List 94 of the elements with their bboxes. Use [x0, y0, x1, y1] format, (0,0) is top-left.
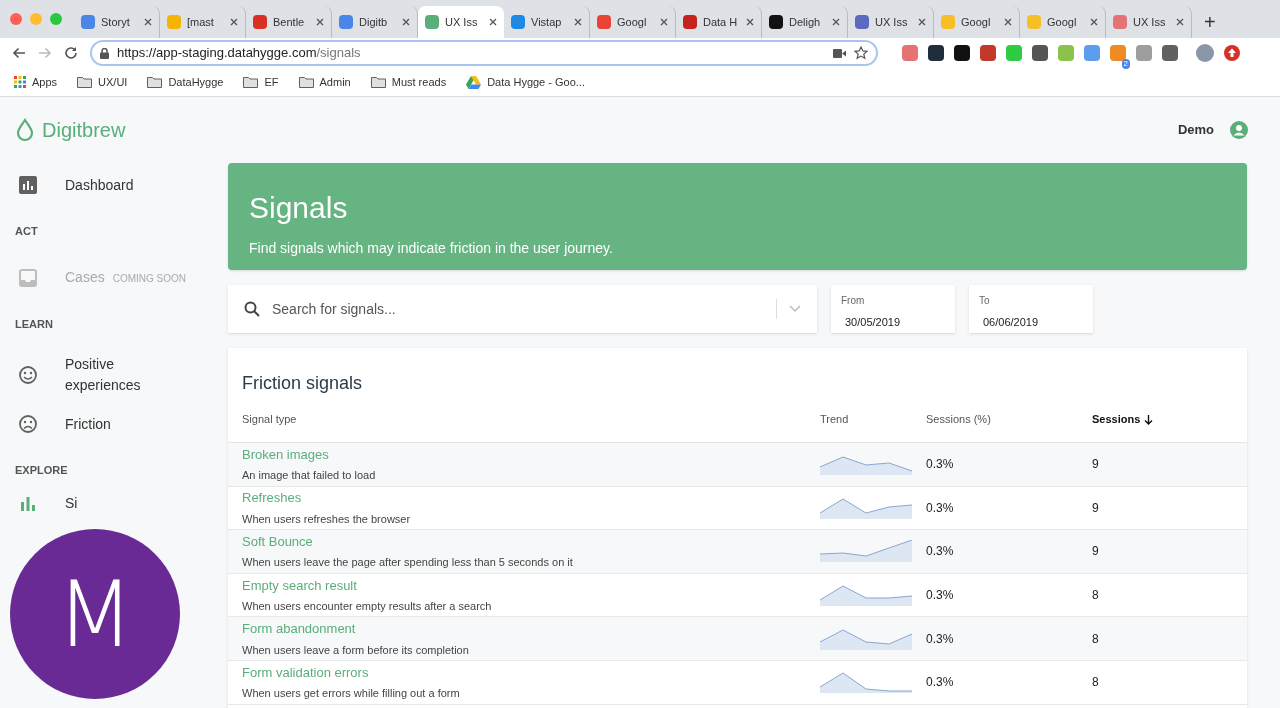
- sessions-percent: 0.3%: [926, 630, 955, 648]
- close-icon[interactable]: [574, 18, 582, 26]
- signal-description: When users get errors while filling out a form: [242, 686, 461, 702]
- inbox-icon: [19, 268, 37, 287]
- folder-icon: [243, 76, 259, 88]
- star-icon[interactable]: [854, 46, 868, 60]
- search-input[interactable]: Search for signals...: [272, 298, 764, 320]
- search-icon: [244, 301, 260, 317]
- signal-description: An image that failed to load: [242, 468, 377, 484]
- smile-icon: [18, 365, 38, 385]
- sidebar-item[interactable]: Friction: [18, 402, 185, 446]
- sidebar-section-label: ACT: [15, 224, 39, 239]
- extension-icon[interactable]: [928, 45, 944, 61]
- column-header: Trend: [820, 412, 850, 428]
- sessions-percent: 0.3%: [926, 674, 955, 692]
- column-header: Sessions (%): [926, 412, 992, 428]
- address-field[interactable]: https://app-staging.datahygge.com/signals: [90, 40, 878, 66]
- frown-icon: [18, 414, 38, 434]
- sidebar-section-label: LEARN: [15, 316, 54, 332]
- close-icon[interactable]: [746, 18, 754, 26]
- page-title: Signals: [249, 190, 349, 226]
- close-icon[interactable]: [1176, 18, 1184, 26]
- reload-icon[interactable]: [64, 46, 78, 60]
- close-icon[interactable]: [832, 18, 840, 26]
- notification-badge: 2: [1121, 59, 1130, 69]
- bookmark[interactable]: Apps: [8, 73, 64, 91]
- user-name: Demo: [1177, 121, 1214, 140]
- account-icon[interactable]: [1230, 121, 1248, 139]
- sessions-percent: 0.3%: [926, 456, 955, 474]
- signal-description: When users leave the page after spending less than 5 seconds on it: [242, 555, 574, 571]
- close-icon[interactable]: [144, 18, 152, 26]
- bookmark[interactable]: UX/UI: [71, 73, 134, 91]
- sort-down-icon: [1144, 414, 1154, 425]
- close-icon[interactable]: [402, 18, 410, 26]
- sessions-count: 9: [1092, 456, 1099, 474]
- bookmark[interactable]: EF: [237, 73, 285, 91]
- table-row[interactable]: Refreshes When users refreshes the browser 0.3% 9: [228, 486, 1247, 531]
- extension-icon[interactable]: [954, 45, 970, 61]
- new-tab-button[interactable]: +: [1192, 6, 1228, 38]
- date-field[interactable]: To 06/06/2019: [969, 285, 1093, 333]
- signal-description: When users encounter empty results after a search: [242, 599, 493, 615]
- table-row[interactable]: Broken images An image that failed to load 0.3% 9: [228, 443, 1247, 487]
- column-header: Signal type: [242, 412, 298, 428]
- table-title: Friction signals: [241, 372, 364, 395]
- sessions-count: 9: [1092, 499, 1099, 517]
- update-icon[interactable]: [1224, 45, 1240, 61]
- page-subtitle: Find signals which may indicate friction in the user journey.: [249, 239, 614, 258]
- signal-description: When users leave a form before its completion: [242, 642, 470, 658]
- sessions-percent: 0.3%: [926, 587, 955, 605]
- table-row[interactable]: Form abandonment When users leave a form before its completion 0.3% 8: [228, 617, 1247, 661]
- apps-grid-icon: [14, 76, 26, 88]
- bookmark[interactable]: Must reads: [364, 73, 453, 91]
- sidebar-item[interactable]: Dashboard: [18, 163, 185, 207]
- sessions-count: 9: [1092, 543, 1099, 561]
- bookmark[interactable]: DataHygge: [141, 73, 230, 91]
- search-field[interactable]: Search for signals...: [228, 285, 817, 333]
- back-icon[interactable]: [12, 47, 26, 59]
- folder-icon: [77, 76, 93, 88]
- sidebar-item[interactable]: Si: [18, 494, 78, 513]
- table-row[interactable]: Form validation errors When users get errors while filling out a form 0.3% 8: [228, 660, 1247, 705]
- close-icon[interactable]: [1090, 18, 1098, 26]
- profile-avatar[interactable]: [1196, 44, 1214, 62]
- bookmark[interactable]: Admin: [292, 73, 357, 91]
- bar-chart-icon: [20, 496, 36, 511]
- chart-icon: [19, 176, 37, 194]
- extension-icon[interactable]: [1032, 45, 1048, 61]
- bookmark[interactable]: Data Hygge - Goo...: [460, 73, 591, 91]
- sessions-count: 8: [1092, 674, 1099, 692]
- video-camera-icon[interactable]: [833, 48, 846, 58]
- logo-drop-icon: [16, 118, 34, 142]
- table-row[interactable]: Empty search result When users encounter empty results after a search 0.3% 8: [228, 573, 1247, 618]
- drive-icon: [466, 75, 482, 89]
- close-icon[interactable]: [1004, 18, 1012, 26]
- folder-icon: [370, 76, 386, 88]
- folder-icon: [298, 76, 314, 88]
- sessions-percent: 0.3%: [926, 499, 955, 517]
- close-icon[interactable]: [316, 18, 324, 26]
- table-row[interactable]: Soft Bounce When users leave the page after spending less than 5 seconds on it 0.3% 9: [228, 530, 1247, 574]
- sidebar-section-label: EXPLORE: [15, 463, 69, 478]
- close-icon[interactable]: [230, 18, 238, 26]
- signal-description: When users refreshes the browser: [242, 511, 412, 527]
- sessions-count: 8: [1092, 587, 1099, 605]
- close-icon[interactable]: [918, 18, 926, 26]
- folder-icon: [147, 76, 163, 88]
- brand-logo: Digitbrew: [42, 118, 126, 143]
- lock-icon: [100, 47, 109, 59]
- column-header[interactable]: Sessions: [1092, 411, 1154, 428]
- close-icon[interactable]: [660, 18, 668, 26]
- date-field[interactable]: From 30/05/2019: [831, 285, 955, 333]
- close-icon[interactable]: [489, 18, 497, 26]
- sidebar-item[interactable]: Positive experiences: [18, 348, 185, 402]
- sessions-percent: 0.3%: [926, 543, 955, 561]
- browser-tab[interactable]: UX Iss: [418, 6, 504, 38]
- sessions-count: 8: [1092, 630, 1099, 648]
